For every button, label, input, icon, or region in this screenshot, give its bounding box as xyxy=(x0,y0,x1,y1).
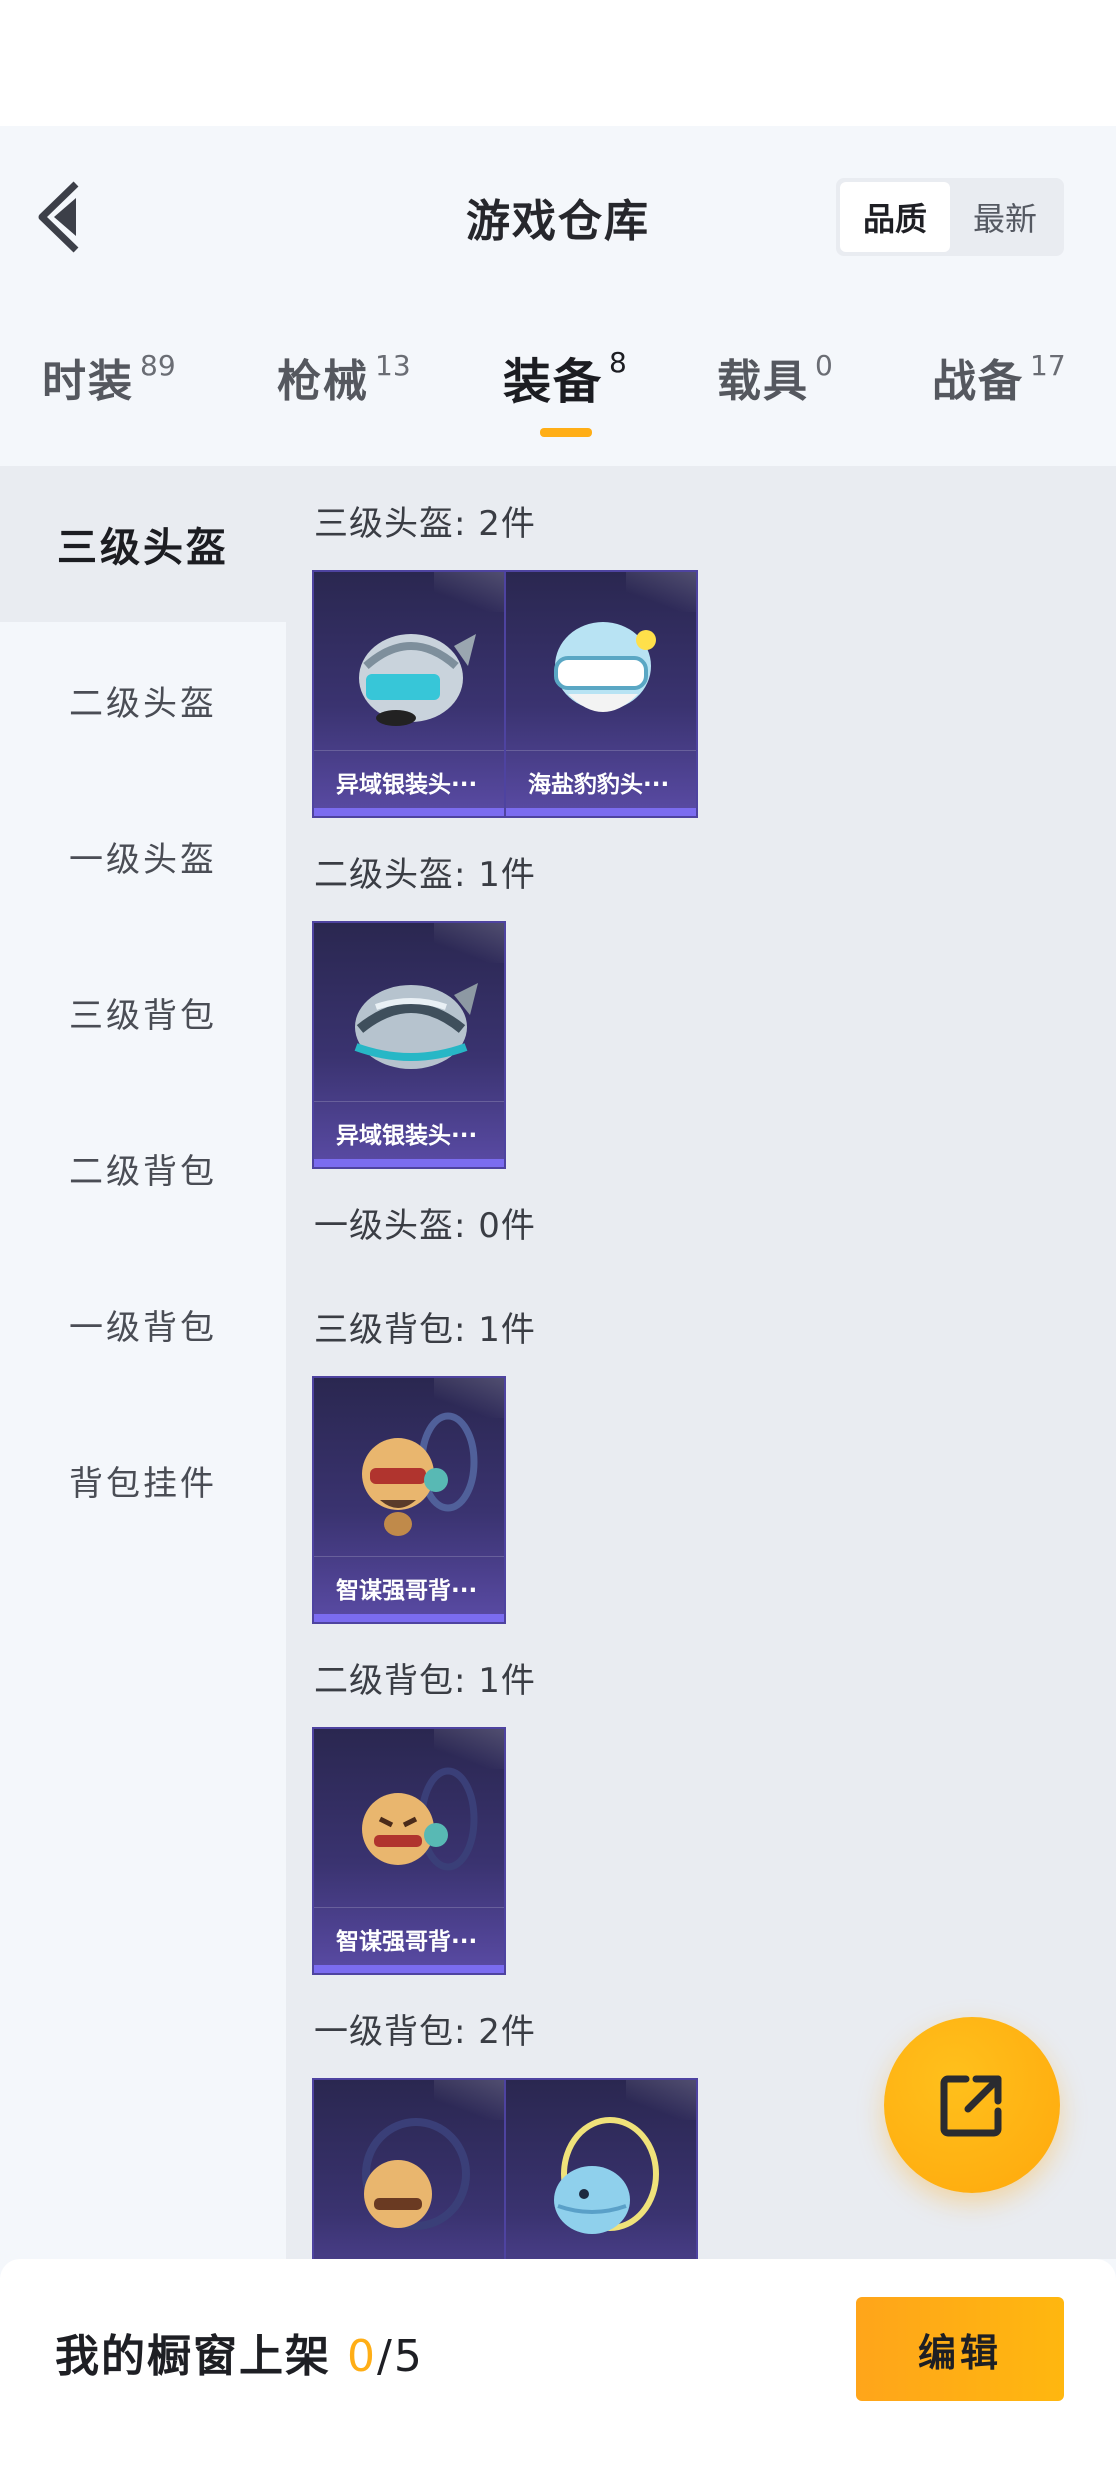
seal-helmet-icon xyxy=(554,622,656,712)
tab-label: 装备 xyxy=(503,354,604,410)
sidebar-item-level1-helmet[interactable]: 一级头盔 xyxy=(0,778,286,934)
item-card[interactable]: 智谋强哥背··· xyxy=(312,1376,506,1624)
sidebar-item-level2-helmet[interactable]: 二级头盔 xyxy=(0,622,286,778)
section-title: 一级头盔: 0件 xyxy=(314,1206,536,1246)
section-title: 三级背包: 1件 xyxy=(314,1310,536,1350)
tab-supplies[interactable]: 战备 17 xyxy=(932,345,1066,409)
item-card[interactable]: 异域银装头··· xyxy=(312,570,506,818)
sort-latest-button[interactable]: 最新 xyxy=(950,182,1060,252)
item-name: 异域银装头··· xyxy=(314,750,504,812)
sort-toggle[interactable]: 品质 最新 xyxy=(836,178,1064,256)
sidebar-item-level3-backpack[interactable]: 三级背包 xyxy=(0,934,286,1090)
tab-fashion[interactable]: 时装 89 xyxy=(42,345,176,409)
item-list[interactable]: 三级头盔: 2件 异域银装头··· 海盐豹豹头··· 二级头盔: 1件 异域银装… xyxy=(286,466,1116,2259)
sidebar: 三级头盔 二级头盔 一级头盔 三级背包 二级背包 一级背包 背包挂件 xyxy=(0,466,286,2259)
character-backpack-icon xyxy=(362,1767,478,1871)
tab-label: 载具 xyxy=(717,356,809,407)
share-button[interactable] xyxy=(884,2017,1060,2193)
item-name: 海盐豹豹头··· xyxy=(506,750,696,812)
tab-equipment[interactable]: 装备 8 xyxy=(503,342,627,412)
tab-count: 0 xyxy=(815,349,833,382)
active-tab-indicator xyxy=(540,428,592,437)
tab-count: 13 xyxy=(375,349,411,382)
item-card[interactable]: 智谋强哥背··· xyxy=(312,1727,506,1975)
section-title: 二级背包: 1件 xyxy=(314,1661,536,1701)
section-title: 二级头盔: 1件 xyxy=(314,855,536,895)
sidebar-item-backpack-charm[interactable]: 背包挂件 xyxy=(0,1402,286,1558)
tab-label: 枪械 xyxy=(277,356,369,407)
tab-count: 8 xyxy=(609,346,627,379)
showcase-status: 我的橱窗上架 0 /5 xyxy=(55,2320,424,2384)
item-card[interactable]: 异域银装头··· xyxy=(312,921,506,1169)
section-title: 三级头盔: 2件 xyxy=(314,504,536,544)
item-card[interactable] xyxy=(504,2078,698,2259)
tab-label: 战备 xyxy=(932,356,1024,407)
showcase-total: /5 xyxy=(377,2331,424,2382)
tab-label: 时装 xyxy=(42,356,134,407)
sidebar-item-level3-helmet[interactable]: 三级头盔 xyxy=(0,466,286,622)
showcase-count: 0 xyxy=(347,2331,377,2382)
item-name: 异域银装头··· xyxy=(314,1101,504,1163)
tab-count: 17 xyxy=(1030,349,1066,382)
section-title: 一级背包: 2件 xyxy=(314,2012,536,2052)
item-name: 智谋强哥背··· xyxy=(314,1556,504,1618)
category-tabs: 时装 89 枪械 13 装备 8 载具 0 战备 17 xyxy=(0,345,1116,435)
tab-weapons[interactable]: 枪械 13 xyxy=(277,345,411,409)
item-name: 智谋强哥背··· xyxy=(314,1907,504,1969)
external-link-icon xyxy=(940,2075,1002,2137)
silver-helmet-icon xyxy=(359,634,476,726)
sidebar-item-level2-backpack[interactable]: 二级背包 xyxy=(0,1090,286,1246)
item-card[interactable]: 海盐豹豹头··· xyxy=(504,570,698,818)
character-backpack-icon xyxy=(362,2118,470,2230)
sort-quality-button[interactable]: 品质 xyxy=(840,182,950,252)
character-backpack-icon xyxy=(362,1412,478,1536)
tab-count: 89 xyxy=(140,349,176,382)
tab-vehicles[interactable]: 载具 0 xyxy=(717,345,833,409)
edit-button[interactable]: 编辑 xyxy=(856,2297,1064,2401)
sidebar-item-level1-backpack[interactable]: 一级背包 xyxy=(0,1246,286,1402)
showcase-label: 我的橱窗上架 xyxy=(55,2331,331,2382)
status-bar xyxy=(0,0,1116,126)
silver-helmet-icon xyxy=(354,983,478,1069)
fish-backpack-icon xyxy=(554,2117,659,2234)
item-card[interactable] xyxy=(312,2078,506,2259)
